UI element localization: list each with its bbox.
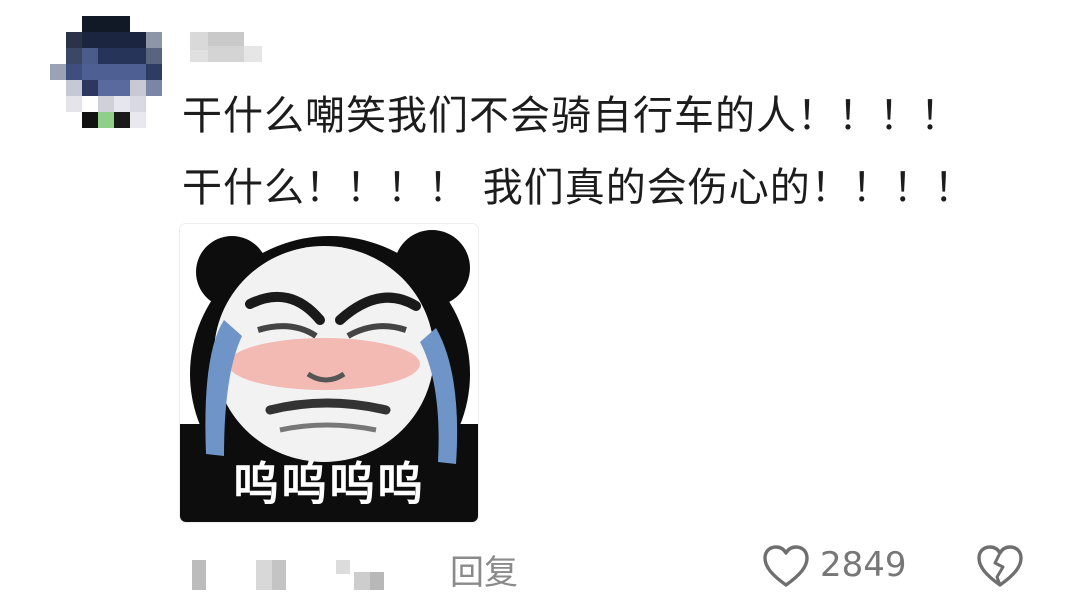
broken-heart-icon[interactable] [976, 545, 1024, 589]
heart-outline-icon[interactable] [762, 545, 810, 589]
comment-line: 干什么嘲笑我们不会骑自行车的人！！！！ [182, 93, 961, 139]
avatar[interactable] [50, 16, 162, 128]
sticker-caption: 呜呜呜呜 [233, 457, 425, 511]
reply-button[interactable]: 回复 [450, 545, 518, 594]
username[interactable] [190, 32, 274, 66]
crying-panda-sticker[interactable]: 呜呜呜呜 [180, 224, 478, 522]
comment-item: 干什么嘲笑我们不会骑自行车的人！！！！ 干什么！！！！ 我们真的会伤心的！！！！ [0, 0, 1080, 606]
like-count: 2849 [820, 545, 907, 585]
comment-line: 干什么！！！！ 我们真的会伤心的！！！！ [182, 165, 975, 211]
comment-meta [186, 552, 406, 592]
comment-text: 干什么嘲笑我们不会骑自行车的人！！！！ 干什么！！！！ 我们真的会伤心的！！！！ [182, 80, 1062, 224]
